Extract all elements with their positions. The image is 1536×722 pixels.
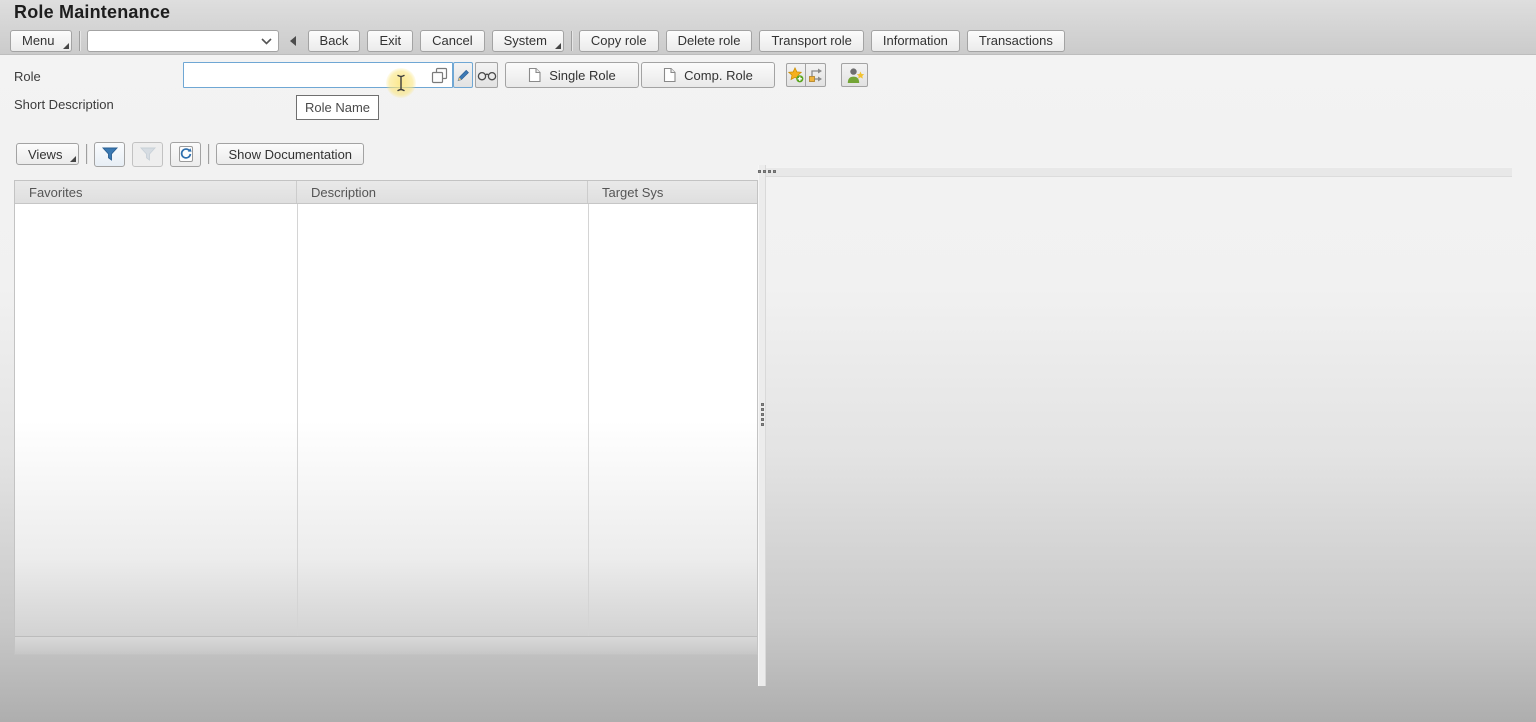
information-label: Information [883,33,948,48]
column-header-favorites[interactable]: Favorites [15,181,297,203]
single-role-label: Single Role [549,68,616,83]
column-divider [297,204,298,637]
command-field[interactable] [87,30,279,52]
filter-button[interactable] [94,142,125,167]
transport-role-button[interactable]: Transport role [759,30,863,52]
transactions-button[interactable]: Transactions [967,30,1065,52]
copy-icon[interactable] [431,67,448,84]
back-button-label: Back [320,33,349,48]
toolbar-separator [571,31,572,51]
distribute-button[interactable] [806,63,826,87]
transactions-label: Transactions [979,33,1053,48]
views-toolbar: Views Show Documentation [16,141,364,167]
toolbar-separator [208,144,209,164]
system-button[interactable]: System [492,30,564,52]
system-button-label: System [504,33,547,48]
splitter-grip-icon[interactable] [761,403,764,426]
back-button[interactable]: Back [308,30,361,52]
toolbar-separator [79,31,80,51]
show-documentation-button[interactable]: Show Documentation [216,143,364,165]
short-description-label: Short Description [14,97,114,112]
comp-role-label: Comp. Role [684,68,753,83]
toolbar-separator [86,144,87,164]
funnel-disabled-icon [139,146,157,162]
glasses-icon [477,69,497,82]
command-history-button[interactable] [286,30,301,52]
add-favorite-button[interactable] [786,63,806,87]
person-icon [845,67,865,84]
chevron-down-icon[interactable] [261,38,272,45]
user-assignment-button[interactable] [841,63,868,87]
delete-role-button[interactable]: Delete role [666,30,753,52]
dropdown-corner-icon [70,156,76,162]
splitter-grip-icon[interactable] [758,170,776,173]
menu-button[interactable]: Menu [10,30,72,52]
refresh-button[interactable] [170,142,201,167]
vertical-splitter[interactable] [758,165,766,686]
show-documentation-label: Show Documentation [228,147,352,162]
exit-button[interactable]: Exit [367,30,413,52]
table-footer-bar[interactable] [15,636,757,654]
role-name-tooltip: Role Name [296,95,379,120]
branch-arrows-icon [808,67,824,83]
command-input[interactable] [88,31,258,51]
refresh-icon [177,145,195,163]
menu-button-label: Menu [22,33,55,48]
text-cursor-icon [396,74,406,92]
information-button[interactable]: Information [871,30,960,52]
copy-role-label: Copy role [591,33,647,48]
role-label: Role [14,69,41,84]
tooltip-text: Role Name [305,100,370,115]
column-header-target-sys[interactable]: Target Sys [588,181,757,203]
star-plus-icon [788,67,804,83]
cancel-button[interactable]: Cancel [420,30,484,52]
display-button[interactable] [475,62,498,88]
delete-filter-button [132,142,163,167]
table-body[interactable] [15,204,757,637]
transport-role-label: Transport role [771,33,851,48]
document-icon [663,67,676,83]
cancel-button-label: Cancel [432,33,472,48]
left-triangle-icon [290,36,297,46]
mouse-cursor [386,68,416,98]
delete-role-label: Delete role [678,33,741,48]
change-button[interactable] [453,62,473,88]
views-button[interactable]: Views [16,143,79,165]
app-header: Role Maintenance Menu Back Exit Cancel [0,0,1536,55]
horizontal-splitter[interactable] [766,167,1512,177]
column-header-description[interactable]: Description [297,181,588,203]
top-toolbar: Menu Back Exit Cancel System [10,29,1065,52]
favorites-table: Favorites Description Target Sys [14,180,758,655]
column-divider [588,204,589,637]
exit-button-label: Exit [379,33,401,48]
comp-role-button[interactable]: Comp. Role [641,62,775,88]
document-icon [528,67,541,83]
table-header-row: Favorites Description Target Sys [15,181,757,204]
single-role-button[interactable]: Single Role [505,62,639,88]
copy-role-button[interactable]: Copy role [579,30,659,52]
dropdown-corner-icon [63,43,69,49]
page-title: Role Maintenance [14,2,170,23]
pencil-icon [456,68,470,82]
views-button-label: Views [28,147,62,162]
funnel-icon [101,146,119,162]
dropdown-corner-icon [555,43,561,49]
